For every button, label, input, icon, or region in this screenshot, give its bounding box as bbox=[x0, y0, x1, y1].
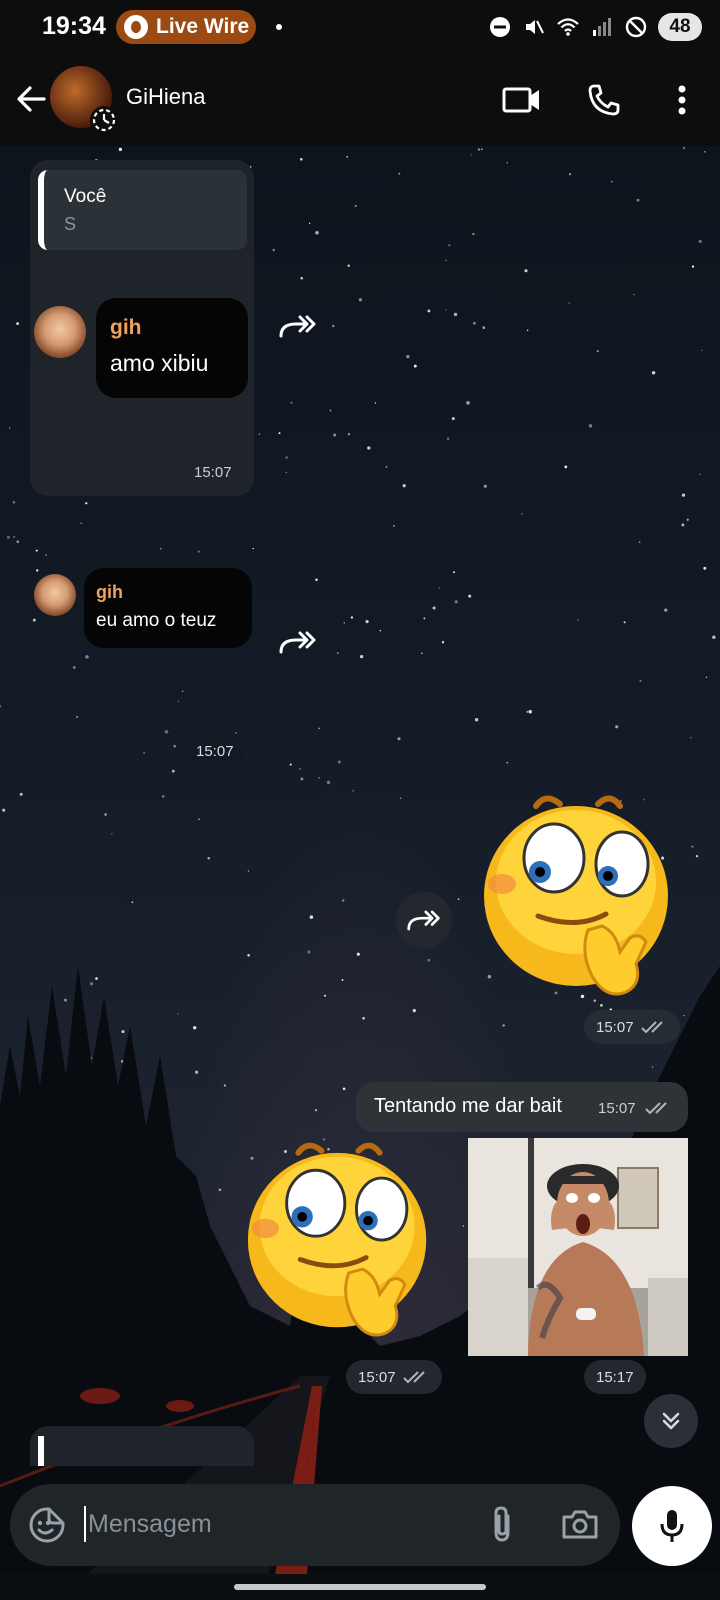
forwarded-message-card[interactable]: gih eu amo o teuz bbox=[84, 568, 252, 648]
message-time: 15:07 bbox=[196, 742, 234, 760]
quoted-sender: Você bbox=[64, 186, 107, 207]
read-receipt-icon bbox=[640, 1021, 663, 1034]
message-bubble-incoming[interactable]: Você S gih amo xibiu 15:07 bbox=[30, 160, 254, 496]
message-bubble-incoming-partial[interactable] bbox=[30, 1426, 254, 1466]
scroll-to-bottom-button[interactable] bbox=[644, 1394, 698, 1448]
forward-icon bbox=[279, 315, 316, 338]
forward-button[interactable] bbox=[272, 300, 324, 352]
mute-icon bbox=[526, 20, 544, 34]
live-wire-badge[interactable]: Live Wire bbox=[116, 10, 256, 44]
signal-icon bbox=[593, 18, 611, 36]
video-call-icon bbox=[502, 87, 539, 113]
message-time: 15:17 bbox=[596, 1368, 634, 1386]
message-time-pill: 15:07 bbox=[584, 1010, 680, 1044]
forwarded-sender-name: gih bbox=[110, 316, 142, 339]
thinking-face-sticker[interactable] bbox=[244, 1136, 434, 1348]
photo-message[interactable] bbox=[468, 1138, 688, 1356]
mic-icon bbox=[660, 1510, 684, 1542]
quoted-text: S bbox=[64, 214, 77, 234]
quoted-reply[interactable]: Você S bbox=[38, 170, 247, 250]
photo-content bbox=[468, 1138, 688, 1356]
status-bar: 19:34 Live Wire 48 bbox=[0, 0, 720, 54]
message-time-pill: 15:07 bbox=[184, 734, 246, 768]
more-vert-icon bbox=[678, 85, 686, 115]
read-receipt-icon bbox=[402, 1371, 425, 1384]
blocked-icon bbox=[625, 16, 647, 38]
phone-icon bbox=[588, 84, 620, 116]
message-time: 15:07 bbox=[358, 1368, 396, 1386]
message-time: 15:07 bbox=[194, 464, 232, 481]
thinking-face-sticker[interactable] bbox=[480, 792, 676, 1004]
forward-icon bbox=[407, 910, 440, 931]
contact-name[interactable]: GiHiena bbox=[126, 84, 205, 110]
video-call-button[interactable] bbox=[500, 78, 544, 122]
live-wire-label: Live Wire bbox=[156, 15, 250, 38]
message-time: 15:07 bbox=[598, 1100, 636, 1117]
attach-icon bbox=[494, 1506, 510, 1542]
message-bubble-outgoing[interactable]: Tentando me dar bait 15:07 bbox=[356, 1082, 688, 1132]
more-options-button[interactable] bbox=[660, 78, 704, 122]
sender-avatar[interactable] bbox=[34, 306, 86, 358]
emoji-icon bbox=[29, 1507, 65, 1543]
status-time: 19:34 bbox=[42, 12, 106, 40]
forward-icon bbox=[279, 631, 316, 654]
sender-avatar[interactable] bbox=[34, 574, 76, 616]
attach-button[interactable] bbox=[480, 1502, 524, 1546]
text-cursor bbox=[84, 1506, 86, 1542]
wifi-icon bbox=[557, 18, 579, 36]
message-text: Tentando me dar bait bbox=[374, 1095, 562, 1117]
notification-dot bbox=[276, 24, 282, 30]
emoji-button[interactable] bbox=[26, 1504, 68, 1546]
do-not-disturb-icon bbox=[490, 17, 510, 37]
message-time-pill: 15:07 bbox=[346, 1360, 442, 1394]
disappearing-timer-icon bbox=[90, 106, 118, 134]
system-navigation-bar bbox=[0, 1574, 720, 1600]
battery-indicator: 48 bbox=[658, 13, 702, 41]
message-time-pill: 15:17 bbox=[584, 1360, 646, 1394]
camera-icon bbox=[562, 1510, 598, 1539]
live-wire-icon bbox=[124, 15, 148, 39]
chat-area[interactable]: Você S gih amo xibiu 15:07 gih eu amo o … bbox=[0, 146, 720, 1600]
forwarded-message-card[interactable]: gih amo xibiu bbox=[96, 298, 248, 398]
camera-button[interactable] bbox=[556, 1502, 604, 1546]
message-input[interactable] bbox=[88, 1502, 448, 1546]
message-composer bbox=[10, 1484, 620, 1566]
forwarded-text: eu amo o teuz bbox=[96, 610, 217, 631]
status-icons: 48 bbox=[488, 12, 702, 42]
read-receipt-icon bbox=[645, 1102, 667, 1115]
chat-header: GiHiena bbox=[0, 54, 720, 146]
chevron-double-down-icon bbox=[662, 1412, 680, 1430]
voice-message-button[interactable] bbox=[632, 1486, 712, 1566]
forwarded-text: amo xibiu bbox=[110, 350, 209, 376]
voice-call-button[interactable] bbox=[582, 78, 626, 122]
forward-button[interactable] bbox=[396, 892, 452, 948]
forward-button[interactable] bbox=[272, 616, 324, 668]
back-arrow-icon[interactable] bbox=[14, 82, 48, 116]
forwarded-sender-name: gih bbox=[96, 582, 123, 602]
message-time: 15:07 bbox=[596, 1018, 634, 1036]
home-gesture-handle[interactable] bbox=[234, 1584, 486, 1590]
